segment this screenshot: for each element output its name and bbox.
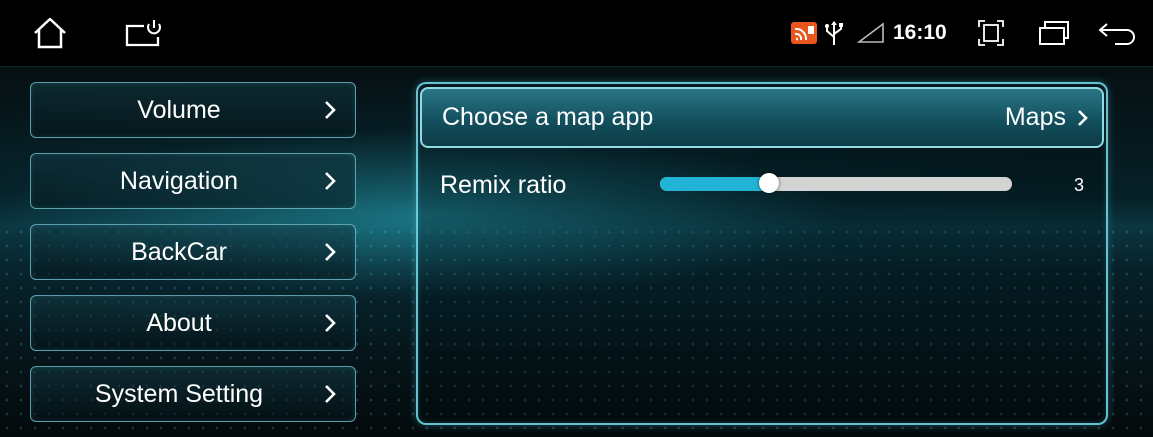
- remix-ratio-label: Remix ratio: [440, 171, 567, 199]
- sidebar-item-label: BackCar: [131, 238, 227, 266]
- sidebar-item-about[interactable]: About: [30, 295, 356, 351]
- sidebar-item-label: Navigation: [119, 167, 239, 195]
- choose-map-app-row[interactable]: Choose a map app Maps: [420, 87, 1104, 148]
- home-icon[interactable]: [28, 0, 72, 66]
- chevron-right-icon: [1076, 89, 1090, 146]
- chevron-right-icon: [323, 154, 337, 208]
- remix-ratio-value: 3: [1073, 175, 1084, 195]
- sidebar-item-navigation[interactable]: Navigation: [30, 153, 356, 209]
- selected-map-app: Maps: [1004, 103, 1066, 131]
- sidebar-item-label: About: [146, 309, 212, 337]
- cellular-signal-icon: [855, 0, 887, 66]
- choose-map-app-label: Choose a map app: [442, 103, 654, 131]
- remix-ratio-slider[interactable]: [660, 173, 1012, 193]
- sidebar-item-label: Volume: [137, 96, 221, 124]
- chevron-right-icon: [323, 296, 337, 350]
- screen-cast-icon: [788, 0, 820, 66]
- chevron-right-icon: [323, 225, 337, 279]
- sidebar-item-system-setting[interactable]: System Setting: [30, 366, 356, 422]
- status-bar: 16:10: [0, 0, 1153, 67]
- sidebar-item-backcar[interactable]: BackCar: [30, 224, 356, 280]
- usb-icon: [820, 0, 848, 66]
- sidebar-item-label: System Setting: [94, 380, 264, 408]
- sidebar-item-volume[interactable]: Volume: [30, 82, 356, 138]
- chevron-right-icon: [323, 367, 337, 421]
- chevron-right-icon: [323, 83, 337, 137]
- power-monitor-icon[interactable]: [118, 0, 168, 66]
- screenshot-icon[interactable]: [975, 0, 1007, 66]
- clock-time: 16:10: [893, 21, 947, 44]
- recent-apps-icon[interactable]: [1034, 0, 1074, 66]
- back-icon[interactable]: [1094, 0, 1140, 66]
- slider-thumb[interactable]: [759, 173, 780, 193]
- slider-fill: [660, 177, 770, 191]
- settings-screen: 16:10 Volume Navigation BackCar About Sy…: [0, 0, 1153, 437]
